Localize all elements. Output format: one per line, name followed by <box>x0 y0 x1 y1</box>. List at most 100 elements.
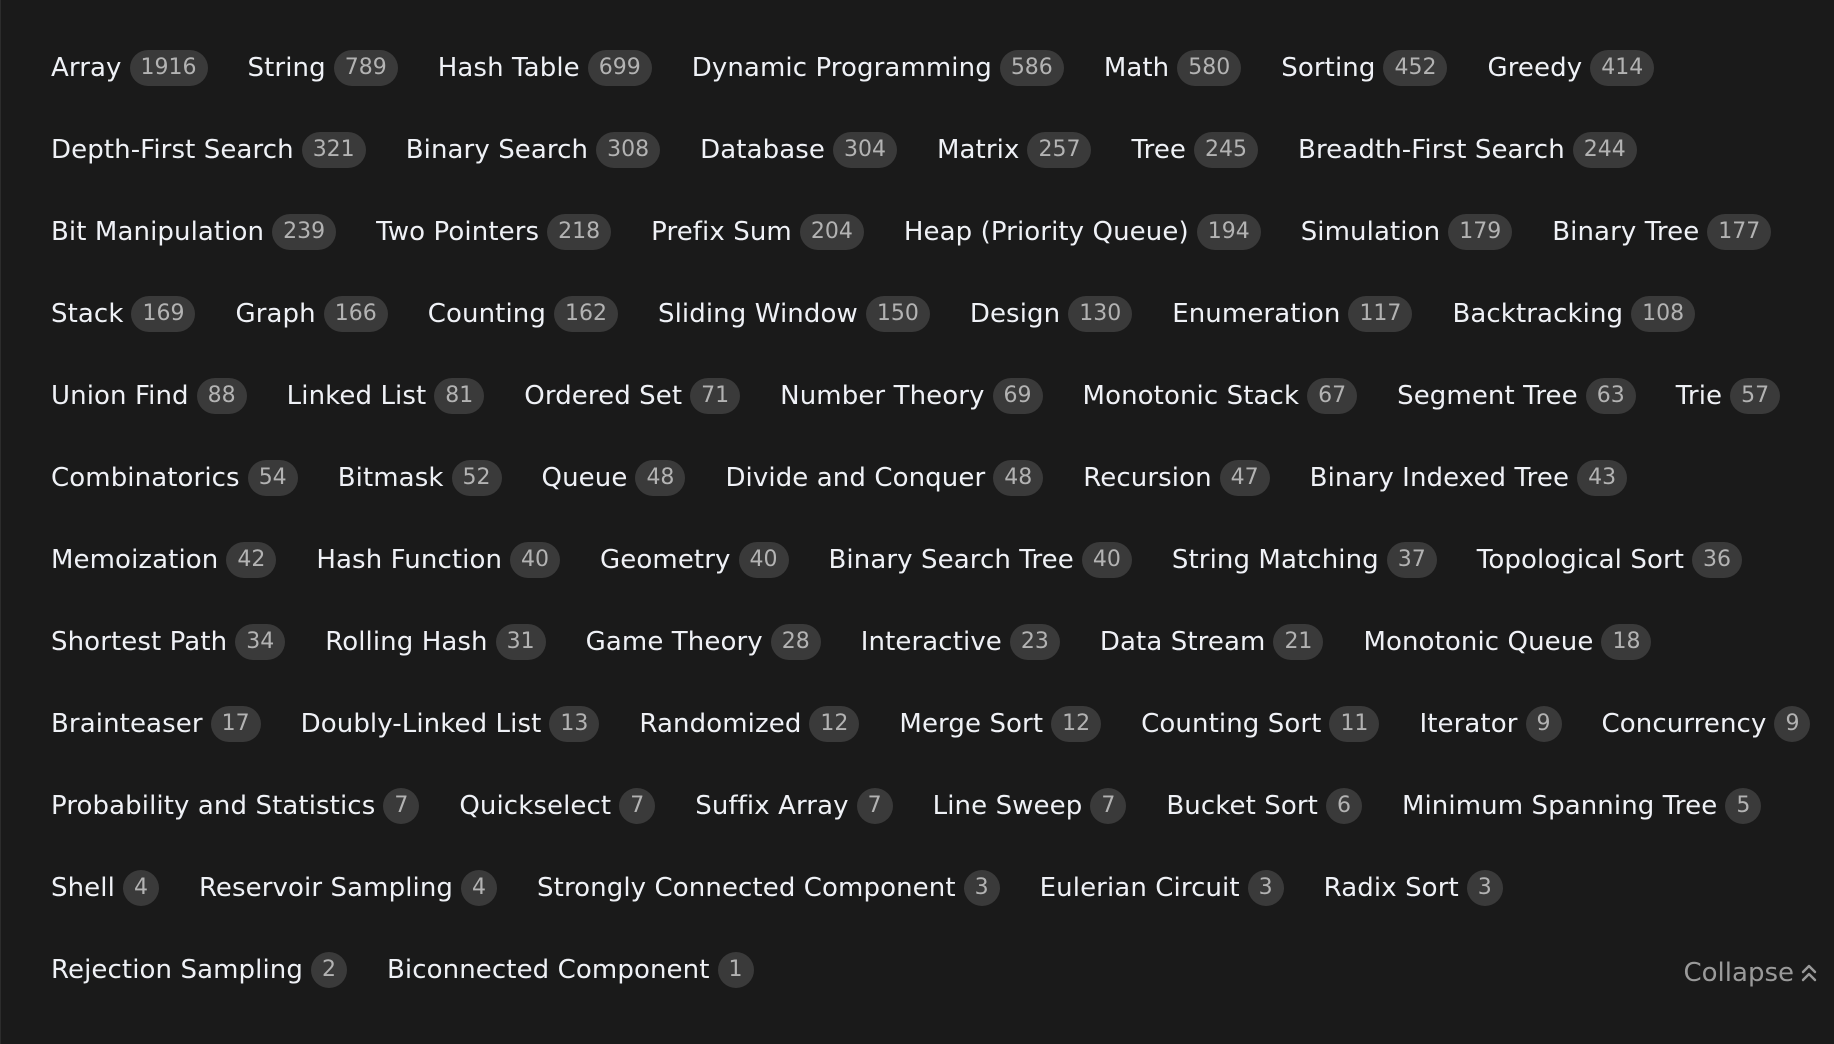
topic-tag[interactable]: String 789 <box>248 50 398 86</box>
topic-tag[interactable]: Binary Indexed Tree 43 <box>1310 460 1628 496</box>
topic-tag[interactable]: Data Stream 21 <box>1100 624 1324 660</box>
topic-tag[interactable]: Shortest Path 34 <box>51 624 286 660</box>
topic-tag[interactable]: Divide and Conquer 48 <box>725 460 1044 496</box>
topic-tag[interactable]: Trie 57 <box>1676 378 1781 414</box>
topic-tag[interactable]: Rolling Hash 31 <box>325 624 546 660</box>
topic-tag[interactable]: Linked List 81 <box>287 378 485 414</box>
topic-tag[interactable]: String Matching 37 <box>1172 542 1437 578</box>
topic-tag[interactable]: Quickselect 7 <box>459 788 656 824</box>
topic-tag-count-badge: 54 <box>247 460 298 496</box>
topic-tag[interactable]: Game Theory 28 <box>586 624 821 660</box>
topic-tag[interactable]: Stack 169 <box>51 296 196 332</box>
topic-tag[interactable]: Segment Tree 63 <box>1397 378 1636 414</box>
topic-tag-count-badge: 88 <box>196 378 247 414</box>
double-chevron-up-icon <box>1800 962 1818 984</box>
topic-tag[interactable]: Randomized 12 <box>639 706 860 742</box>
topic-tag[interactable]: Biconnected Component 1 <box>387 952 754 988</box>
topic-tag[interactable]: Queue 48 <box>542 460 686 496</box>
topic-tag-name: Game Theory <box>585 627 763 657</box>
topic-tag-name: Number Theory <box>780 381 985 411</box>
topic-tag[interactable]: Merge Sort 12 <box>899 706 1102 742</box>
topic-tag[interactable]: Graph 166 <box>235 296 388 332</box>
topic-tag[interactable]: Interactive 23 <box>861 624 1060 660</box>
topic-tag-count-badge: 81 <box>434 378 485 414</box>
topic-tag[interactable]: Brainteaser 17 <box>51 706 261 742</box>
topic-tag[interactable]: Ordered Set 71 <box>524 378 741 414</box>
topic-tag-name: Two Pointers <box>376 217 540 247</box>
topic-tag[interactable]: Heap (Priority Queue) 194 <box>904 214 1261 250</box>
topic-tag[interactable]: Rejection Sampling 2 <box>51 952 347 988</box>
topic-tag-name: Randomized <box>639 709 802 739</box>
topic-tag-name: Sliding Window <box>657 299 858 329</box>
topic-tag[interactable]: Shell 4 <box>51 870 159 906</box>
topic-tag[interactable]: Design 130 <box>970 296 1133 332</box>
topic-tag[interactable]: Doubly-Linked List 13 <box>301 706 600 742</box>
topic-tag[interactable]: Counting Sort 11 <box>1141 706 1380 742</box>
topic-tag[interactable]: Greedy 414 <box>1487 50 1655 86</box>
topic-tag[interactable]: Iterator 9 <box>1419 706 1562 742</box>
topic-tag[interactable]: Bucket Sort 6 <box>1166 788 1362 824</box>
topic-tag[interactable]: Hash Table 699 <box>438 50 652 86</box>
topic-tag[interactable]: Memoization 42 <box>51 542 277 578</box>
topic-tag[interactable]: Concurrency 9 <box>1602 706 1811 742</box>
topic-tag-name: Sorting <box>1281 53 1376 83</box>
collapse-button[interactable]: Collapse <box>1684 955 1819 991</box>
topic-tag[interactable]: Geometry 40 <box>600 542 789 578</box>
topic-tag-count-badge: 28 <box>770 624 821 660</box>
topic-tag-name: Minimum Spanning Tree <box>1401 791 1718 821</box>
topic-tag[interactable]: Radix Sort 3 <box>1324 870 1503 906</box>
topic-tag-name: Hash Function <box>316 545 503 575</box>
topic-tag[interactable]: Binary Search 308 <box>406 132 661 168</box>
topic-tag-count-badge: 117 <box>1348 296 1413 332</box>
topic-tag-name: Interactive <box>860 627 1002 657</box>
topic-tag[interactable]: Eulerian Circuit 3 <box>1040 870 1284 906</box>
topic-tag[interactable]: Simulation 179 <box>1301 214 1513 250</box>
topic-tag[interactable]: Probability and Statistics 7 <box>51 788 420 824</box>
topic-tag-name: Breadth-First Search <box>1298 135 1565 165</box>
topic-tag[interactable]: Backtracking 108 <box>1452 296 1696 332</box>
topic-tag[interactable]: Suffix Array 7 <box>695 788 893 824</box>
topic-tag[interactable]: Sliding Window 150 <box>658 296 930 332</box>
topic-tag[interactable]: Combinatorics 54 <box>51 460 298 496</box>
topic-tag[interactable]: Reservoir Sampling 4 <box>199 870 498 906</box>
topic-tag-name: Segment Tree <box>1397 381 1578 411</box>
topic-tag[interactable]: Array 1916 <box>51 50 208 86</box>
topic-tag[interactable]: Tree 245 <box>1131 132 1259 168</box>
topic-tag-count-badge: 69 <box>992 378 1043 414</box>
topic-tag[interactable]: Depth-First Search 321 <box>51 132 366 168</box>
topic-tag[interactable]: Database 304 <box>700 132 897 168</box>
topic-tag[interactable]: Enumeration 117 <box>1172 296 1413 332</box>
topic-tag[interactable]: Dynamic Programming 586 <box>692 50 1064 86</box>
topic-tag[interactable]: Union Find 88 <box>51 378 247 414</box>
topic-tag[interactable]: Counting 162 <box>428 296 618 332</box>
topic-tag-count-badge: 452 <box>1383 50 1448 86</box>
topic-tag[interactable]: Line Sweep 7 <box>933 788 1127 824</box>
topic-tag[interactable]: Bitmask 52 <box>338 460 502 496</box>
topic-tag[interactable]: Binary Search Tree 40 <box>829 542 1132 578</box>
topic-tag[interactable]: Topological Sort 36 <box>1477 542 1743 578</box>
topic-tag[interactable]: Two Pointers 218 <box>376 214 612 250</box>
topic-tag[interactable]: Bit Manipulation 239 <box>51 214 337 250</box>
topic-tag[interactable]: Hash Function 40 <box>316 542 561 578</box>
topic-tag-name: Rolling Hash <box>325 627 488 657</box>
topic-tag-name: Quickselect <box>459 791 612 821</box>
topic-tag-count-badge: 4 <box>461 870 498 906</box>
topic-tag[interactable]: Math 580 <box>1104 50 1242 86</box>
topic-tag-name: Greedy <box>1487 53 1583 83</box>
topic-tag-count-badge: 108 <box>1631 296 1696 332</box>
topic-tag[interactable]: Prefix Sum 204 <box>651 214 864 250</box>
topic-tag[interactable]: Minimum Spanning Tree 5 <box>1401 788 1762 824</box>
topic-tag[interactable]: Matrix 257 <box>936 132 1092 168</box>
topic-tag[interactable]: Breadth-First Search 244 <box>1298 132 1637 168</box>
topic-tag[interactable]: Binary Tree 177 <box>1552 214 1772 250</box>
topic-tag-count-badge: 63 <box>1585 378 1636 414</box>
topic-tag-name: Matrix <box>936 135 1020 165</box>
topic-tag[interactable]: Number Theory 69 <box>780 378 1043 414</box>
topic-tag[interactable]: Recursion 47 <box>1083 460 1270 496</box>
topic-tag-name: Data Stream <box>1099 627 1266 657</box>
topic-tag-name: Merge Sort <box>899 709 1044 739</box>
topic-tag[interactable]: Strongly Connected Component 3 <box>537 870 1000 906</box>
topic-tag[interactable]: Monotonic Stack 67 <box>1083 378 1358 414</box>
topic-tag[interactable]: Monotonic Queue 18 <box>1363 624 1652 660</box>
topic-tag[interactable]: Sorting 452 <box>1281 50 1448 86</box>
